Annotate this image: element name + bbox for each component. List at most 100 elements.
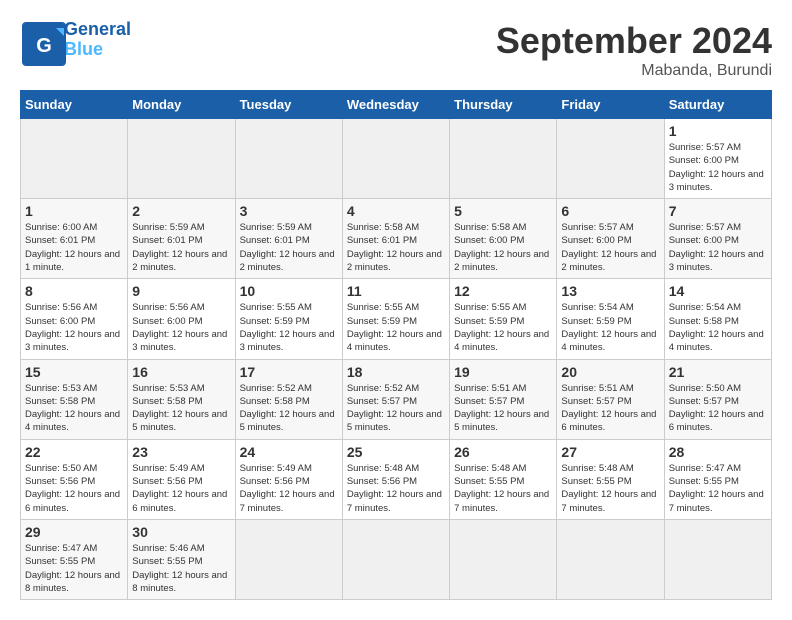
calendar-cell: 4 Sunrise: 5:58 AM Sunset: 6:01 PM Dayli… <box>342 199 449 279</box>
calendar-cell: 12 Sunrise: 5:55 AM Sunset: 5:59 PM Dayl… <box>450 279 557 359</box>
calendar-cell: 28 Sunrise: 5:47 AM Sunset: 5:55 PM Dayl… <box>664 439 771 519</box>
header-thursday: Thursday <box>450 91 557 119</box>
day-number: 8 <box>25 283 123 299</box>
day-number: 14 <box>669 283 767 299</box>
calendar-cell: 15 Sunrise: 5:53 AM Sunset: 5:58 PM Dayl… <box>21 359 128 439</box>
day-info: Sunrise: 5:52 AM Sunset: 5:58 PM Dayligh… <box>240 382 338 435</box>
day-info: Sunrise: 5:51 AM Sunset: 5:57 PM Dayligh… <box>561 382 659 435</box>
day-info: Sunrise: 5:47 AM Sunset: 5:55 PM Dayligh… <box>669 462 767 515</box>
calendar-cell: 3 Sunrise: 5:59 AM Sunset: 6:01 PM Dayli… <box>235 199 342 279</box>
calendar-cell: 17 Sunrise: 5:52 AM Sunset: 5:58 PM Dayl… <box>235 359 342 439</box>
day-info: Sunrise: 5:57 AM Sunset: 6:00 PM Dayligh… <box>561 221 659 274</box>
day-number: 26 <box>454 444 552 460</box>
calendar-cell: 16 Sunrise: 5:53 AM Sunset: 5:58 PM Dayl… <box>128 359 235 439</box>
day-number: 27 <box>561 444 659 460</box>
day-info: Sunrise: 5:55 AM Sunset: 5:59 PM Dayligh… <box>454 301 552 354</box>
day-info: Sunrise: 5:50 AM Sunset: 5:57 PM Dayligh… <box>669 382 767 435</box>
calendar-cell: 7 Sunrise: 5:57 AM Sunset: 6:00 PM Dayli… <box>664 199 771 279</box>
calendar-cell <box>21 119 128 199</box>
day-info: Sunrise: 5:49 AM Sunset: 5:56 PM Dayligh… <box>132 462 230 515</box>
calendar-cell: 1 Sunrise: 5:57 AM Sunset: 6:00 PM Dayli… <box>664 119 771 199</box>
logo-icon: G <box>20 20 60 60</box>
day-number: 15 <box>25 364 123 380</box>
header-sunday: Sunday <box>21 91 128 119</box>
day-info: Sunrise: 5:58 AM Sunset: 6:00 PM Dayligh… <box>454 221 552 274</box>
calendar-cell: 1 Sunrise: 6:00 AM Sunset: 6:01 PM Dayli… <box>21 199 128 279</box>
day-number: 25 <box>347 444 445 460</box>
calendar-cell <box>557 119 664 199</box>
day-info: Sunrise: 5:52 AM Sunset: 5:57 PM Dayligh… <box>347 382 445 435</box>
day-number: 30 <box>132 524 230 540</box>
day-info: Sunrise: 5:55 AM Sunset: 5:59 PM Dayligh… <box>240 301 338 354</box>
day-number: 23 <box>132 444 230 460</box>
calendar-cell: 27 Sunrise: 5:48 AM Sunset: 5:55 PM Dayl… <box>557 439 664 519</box>
calendar-cell: 30 Sunrise: 5:46 AM Sunset: 5:55 PM Dayl… <box>128 519 235 599</box>
day-info: Sunrise: 5:56 AM Sunset: 6:00 PM Dayligh… <box>25 301 123 354</box>
day-info: Sunrise: 5:53 AM Sunset: 5:58 PM Dayligh… <box>25 382 123 435</box>
calendar-cell: 6 Sunrise: 5:57 AM Sunset: 6:00 PM Dayli… <box>557 199 664 279</box>
day-info: Sunrise: 5:54 AM Sunset: 5:58 PM Dayligh… <box>669 301 767 354</box>
day-info: Sunrise: 6:00 AM Sunset: 6:01 PM Dayligh… <box>25 221 123 274</box>
day-info: Sunrise: 5:57 AM Sunset: 6:00 PM Dayligh… <box>669 221 767 274</box>
day-info: Sunrise: 5:48 AM Sunset: 5:55 PM Dayligh… <box>454 462 552 515</box>
calendar-cell: 14 Sunrise: 5:54 AM Sunset: 5:58 PM Dayl… <box>664 279 771 359</box>
day-number: 16 <box>132 364 230 380</box>
calendar-cell <box>235 119 342 199</box>
day-number: 2 <box>132 203 230 219</box>
day-info: Sunrise: 5:48 AM Sunset: 5:56 PM Dayligh… <box>347 462 445 515</box>
month-title: September 2024 <box>496 20 772 62</box>
calendar-cell <box>450 119 557 199</box>
day-number: 29 <box>25 524 123 540</box>
calendar-cell <box>342 519 449 599</box>
calendar-cell: 5 Sunrise: 5:58 AM Sunset: 6:00 PM Dayli… <box>450 199 557 279</box>
page-header: G General Blue September 2024 Mabanda, B… <box>20 20 772 80</box>
day-info: Sunrise: 5:53 AM Sunset: 5:58 PM Dayligh… <box>132 382 230 435</box>
day-info: Sunrise: 5:46 AM Sunset: 5:55 PM Dayligh… <box>132 542 230 595</box>
day-number: 17 <box>240 364 338 380</box>
day-number: 21 <box>669 364 767 380</box>
calendar-cell: 26 Sunrise: 5:48 AM Sunset: 5:55 PM Dayl… <box>450 439 557 519</box>
calendar-cell: 13 Sunrise: 5:54 AM Sunset: 5:59 PM Dayl… <box>557 279 664 359</box>
day-info: Sunrise: 5:51 AM Sunset: 5:57 PM Dayligh… <box>454 382 552 435</box>
day-number: 18 <box>347 364 445 380</box>
day-number: 1 <box>669 123 767 139</box>
day-number: 9 <box>132 283 230 299</box>
calendar-cell: 8 Sunrise: 5:56 AM Sunset: 6:00 PM Dayli… <box>21 279 128 359</box>
day-number: 19 <box>454 364 552 380</box>
header-monday: Monday <box>128 91 235 119</box>
day-number: 6 <box>561 203 659 219</box>
calendar-cell: 22 Sunrise: 5:50 AM Sunset: 5:56 PM Dayl… <box>21 439 128 519</box>
calendar-cell: 24 Sunrise: 5:49 AM Sunset: 5:56 PM Dayl… <box>235 439 342 519</box>
day-info: Sunrise: 5:55 AM Sunset: 5:59 PM Dayligh… <box>347 301 445 354</box>
logo-text-general: General <box>64 20 131 40</box>
calendar-cell: 19 Sunrise: 5:51 AM Sunset: 5:57 PM Dayl… <box>450 359 557 439</box>
day-info: Sunrise: 5:49 AM Sunset: 5:56 PM Dayligh… <box>240 462 338 515</box>
day-info: Sunrise: 5:47 AM Sunset: 5:55 PM Dayligh… <box>25 542 123 595</box>
header-tuesday: Tuesday <box>235 91 342 119</box>
day-info: Sunrise: 5:56 AM Sunset: 6:00 PM Dayligh… <box>132 301 230 354</box>
day-info: Sunrise: 5:59 AM Sunset: 6:01 PM Dayligh… <box>240 221 338 274</box>
calendar-cell: 18 Sunrise: 5:52 AM Sunset: 5:57 PM Dayl… <box>342 359 449 439</box>
day-info: Sunrise: 5:58 AM Sunset: 6:01 PM Dayligh… <box>347 221 445 274</box>
location-title: Mabanda, Burundi <box>496 62 772 80</box>
calendar-cell <box>235 519 342 599</box>
day-number: 1 <box>25 203 123 219</box>
calendar-cell: 21 Sunrise: 5:50 AM Sunset: 5:57 PM Dayl… <box>664 359 771 439</box>
logo: G General Blue <box>20 20 131 60</box>
day-info: Sunrise: 5:50 AM Sunset: 5:56 PM Dayligh… <box>25 462 123 515</box>
header-saturday: Saturday <box>664 91 771 119</box>
day-number: 24 <box>240 444 338 460</box>
day-number: 28 <box>669 444 767 460</box>
calendar-cell: 11 Sunrise: 5:55 AM Sunset: 5:59 PM Dayl… <box>342 279 449 359</box>
calendar-cell <box>128 119 235 199</box>
calendar-cell: 23 Sunrise: 5:49 AM Sunset: 5:56 PM Dayl… <box>128 439 235 519</box>
calendar-cell <box>450 519 557 599</box>
calendar-header-row: SundayMondayTuesdayWednesdayThursdayFrid… <box>21 91 772 119</box>
title-section: September 2024 Mabanda, Burundi <box>496 20 772 80</box>
header-friday: Friday <box>557 91 664 119</box>
calendar-cell <box>664 519 771 599</box>
day-number: 22 <box>25 444 123 460</box>
calendar-cell: 29 Sunrise: 5:47 AM Sunset: 5:55 PM Dayl… <box>21 519 128 599</box>
day-info: Sunrise: 5:54 AM Sunset: 5:59 PM Dayligh… <box>561 301 659 354</box>
calendar-cell: 20 Sunrise: 5:51 AM Sunset: 5:57 PM Dayl… <box>557 359 664 439</box>
